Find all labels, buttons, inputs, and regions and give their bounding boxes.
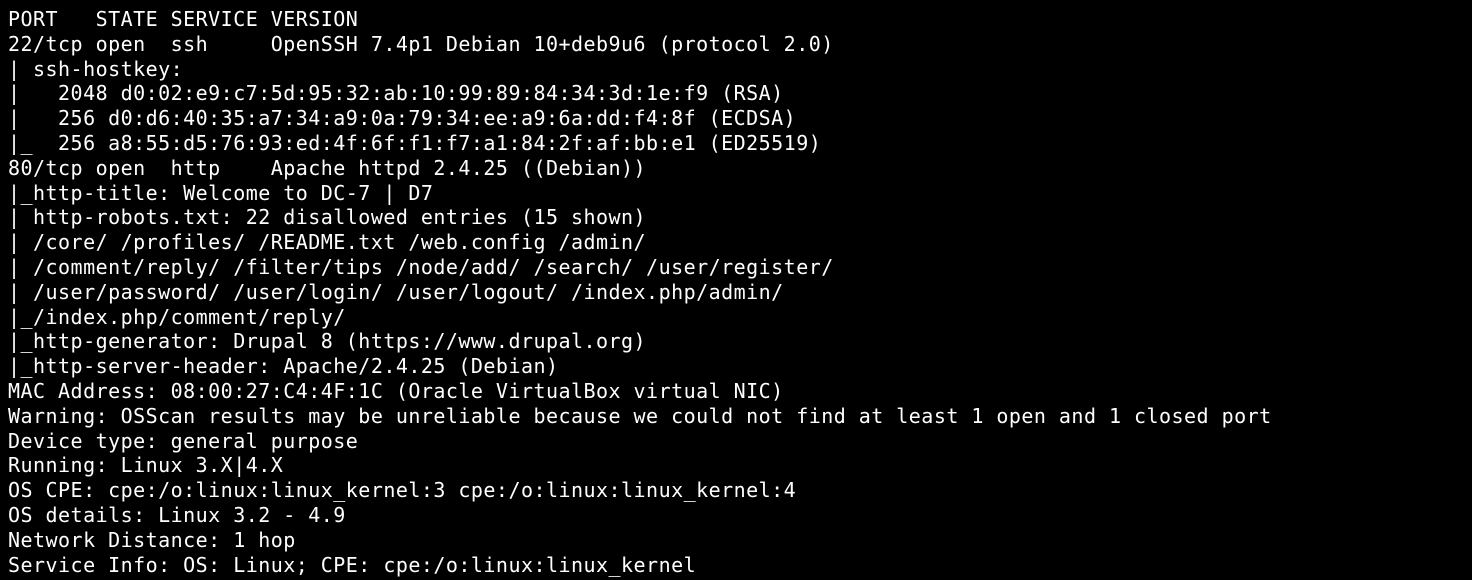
http-title-line: |_http-title: Welcome to DC-7 | D7	[8, 180, 434, 205]
service-info-line: Service Info: OS: Linux; CPE: cpe:/o:lin…	[8, 552, 697, 577]
ssh-hostkey-heading: | ssh-hostkey:	[8, 56, 196, 81]
port-table-header: PORT STATE SERVICE VERSION	[8, 7, 359, 31]
http-generator-line: |_http-generator: Drupal 8 (https://www.…	[8, 329, 647, 354]
network-distance-line: Network Distance: 1 hop	[8, 527, 296, 552]
osscan-warning-line: Warning: OSScan results may be unreliabl…	[8, 403, 1272, 428]
http-robots-heading: | http-robots.txt: 22 disallowed entries…	[8, 205, 647, 230]
port-22-ssh-row: 22/tcp open ssh OpenSSH 7.4p1 Debian 10+…	[8, 31, 834, 56]
os-cpe-line: OS CPE: cpe:/o:linux:linux_kernel:3 cpe:…	[8, 478, 797, 503]
running-os-line: Running: Linux 3.X|4.X	[8, 453, 284, 478]
ssh-hostkey-rsa: | 2048 d0:02:e9:c7:5d:95:32:ab:10:99:89:…	[8, 81, 784, 106]
http-server-header-line: |_http-server-header: Apache/2.4.25 (Deb…	[8, 354, 559, 379]
ssh-hostkey-ed25519: |_ 256 a8:55:d5:76:93:ed:4f:6f:f1:f7:a1:…	[8, 130, 822, 155]
http-robots-entries-2: | /comment/reply/ /filter/tips /node/add…	[8, 254, 847, 279]
device-type-line: Device type: general purpose	[8, 428, 359, 453]
port-80-http-row: 80/tcp open http Apache httpd 2.4.25 ((D…	[8, 155, 647, 180]
os-details-line: OS details: Linux 3.2 - 4.9	[8, 502, 346, 527]
terminal-output[interactable]: PORT STATE SERVICE VERSION 22/tcp open s…	[0, 0, 1472, 580]
http-robots-entries-1: | /core/ /profiles/ /README.txt /web.con…	[8, 230, 659, 255]
mac-address-line: MAC Address: 08:00:27:C4:4F:1C (Oracle V…	[8, 378, 784, 403]
ssh-hostkey-ecdsa: | 256 d0:d6:40:35:a7:34:a9:0a:79:34:ee:a…	[8, 106, 797, 131]
http-robots-entries-4: |_/index.php/comment/reply/	[8, 304, 346, 329]
http-robots-entries-3: | /user/password/ /user/login/ /user/log…	[8, 279, 797, 304]
